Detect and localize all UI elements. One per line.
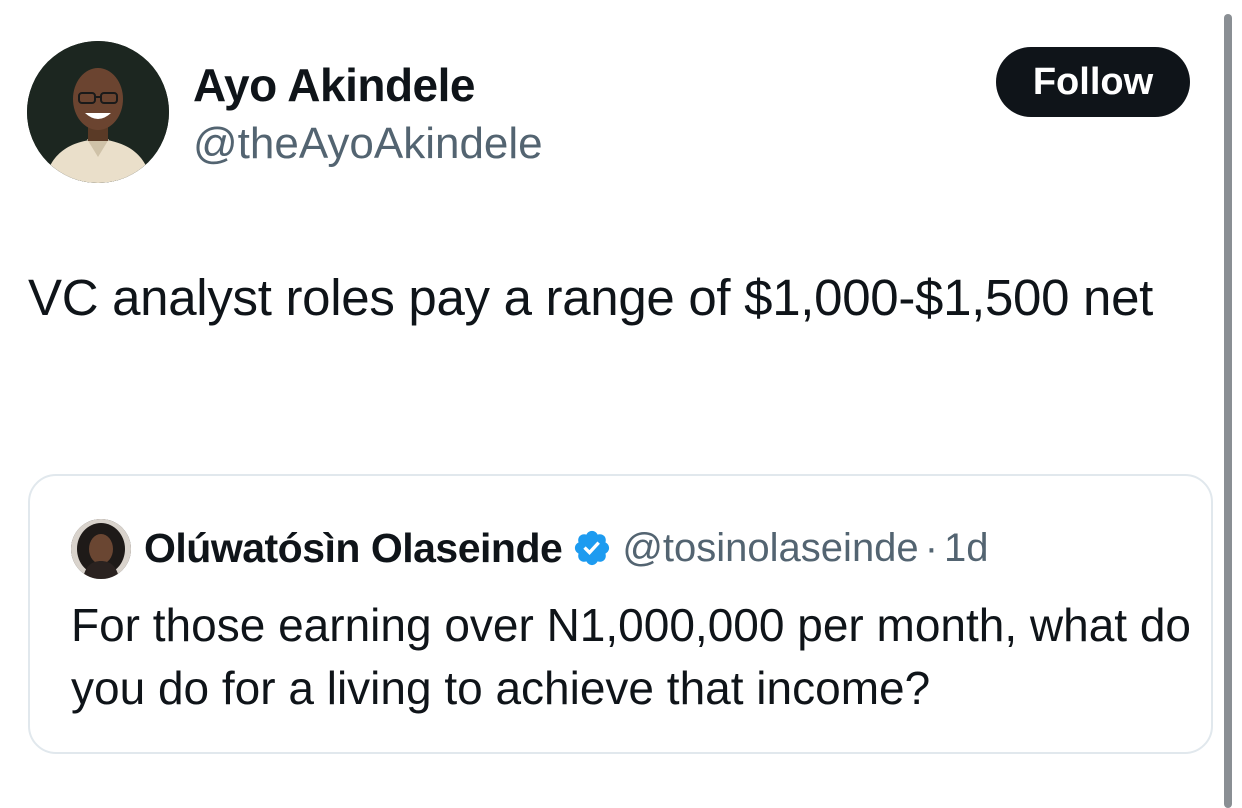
quoted-tweet-header: Olúwatósìn Olaseinde @tosinolaseinde · 1… <box>144 520 989 576</box>
quoted-avatar-photo <box>71 519 131 579</box>
scrollbar[interactable] <box>1224 14 1232 808</box>
quoted-tweet-card[interactable]: Olúwatósìn Olaseinde @tosinolaseinde · 1… <box>28 474 1213 754</box>
avatar-photo <box>27 41 169 183</box>
verified-badge-icon <box>572 528 612 568</box>
separator-dot: · <box>924 525 939 570</box>
author-display-name[interactable]: Ayo Akindele <box>193 58 476 112</box>
quoted-author-display-name[interactable]: Olúwatósìn Olaseinde <box>144 525 563 572</box>
quoted-tweet-text: For those earning over N1,000,000 per mo… <box>71 599 1192 714</box>
tweet-text: VC analyst roles pay a range of $1,000-$… <box>28 269 1154 326</box>
quoted-author-avatar[interactable] <box>71 519 131 579</box>
follow-button[interactable]: Follow <box>996 47 1190 117</box>
author-handle[interactable]: @theAyoAkindele <box>193 118 543 170</box>
author-avatar[interactable] <box>27 41 169 183</box>
quoted-tweet-timestamp[interactable]: 1d <box>944 526 989 571</box>
quoted-author-handle[interactable]: @tosinolaseinde <box>622 526 918 571</box>
